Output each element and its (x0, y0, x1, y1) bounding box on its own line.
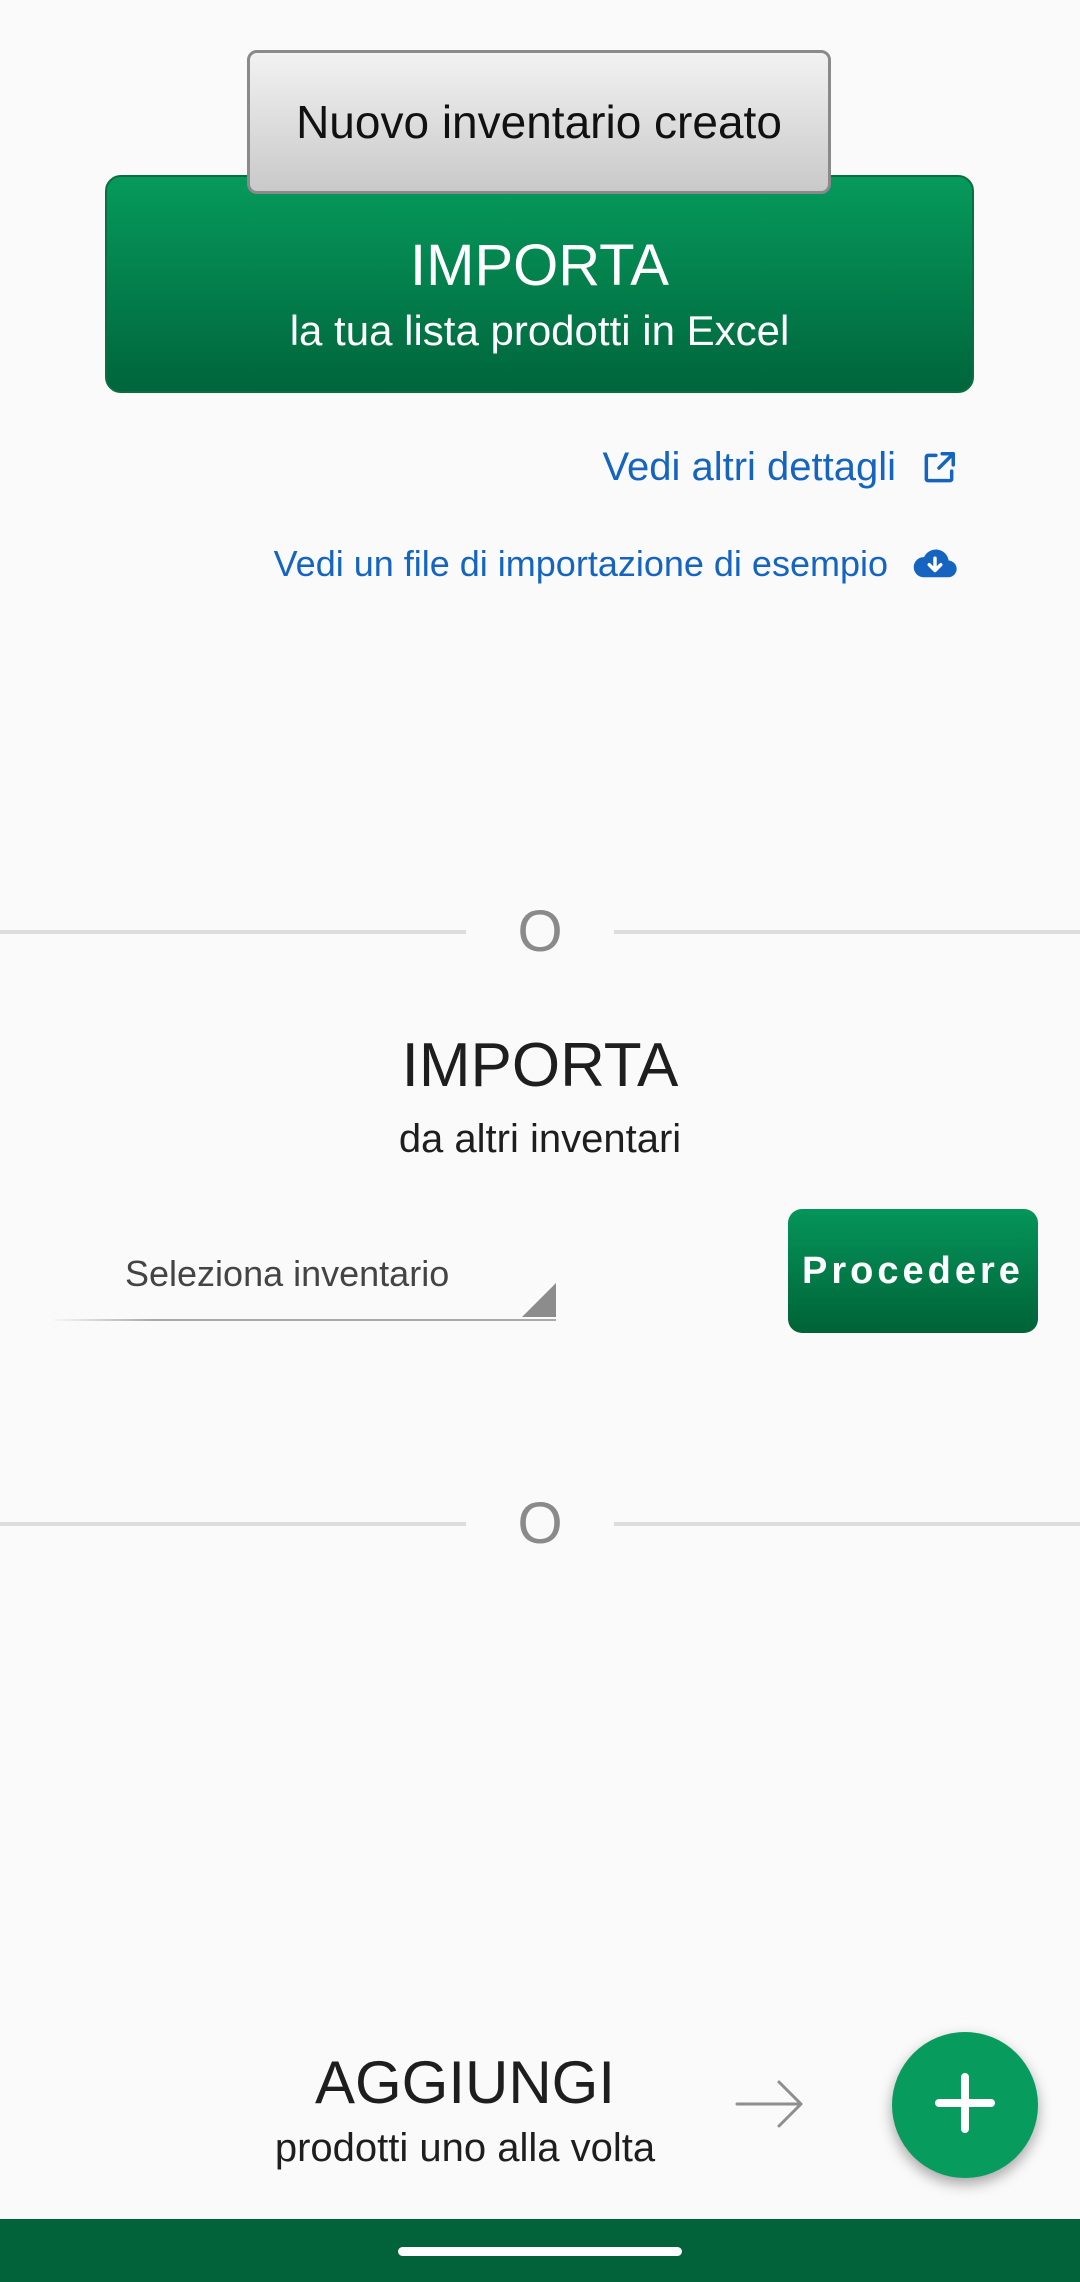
details-link[interactable]: Vedi altri dettagli (602, 445, 958, 490)
home-gesture-handle[interactable] (398, 2247, 682, 2256)
divider-line (614, 1522, 1080, 1526)
arrow-right-icon (735, 2074, 805, 2139)
or-divider-1: O (0, 892, 1080, 972)
cloud-download-icon (912, 546, 958, 582)
select-underline (50, 1319, 556, 1321)
import-excel-title: IMPORTA (410, 232, 669, 298)
or-label: O (517, 899, 563, 964)
sample-file-link[interactable]: Vedi un file di importazione di esempio (274, 543, 958, 585)
add-products-subtitle: prodotti uno alla volta (274, 2126, 656, 2170)
import-inventories-subtitle: da altri inventari (398, 1117, 682, 1161)
proceed-button[interactable]: Procedere (788, 1209, 1038, 1333)
sample-file-link-label: Vedi un file di importazione di esempio (273, 543, 888, 584)
toast-text: Nuovo inventario creato (296, 96, 782, 148)
or-label: O (517, 1491, 563, 1556)
inventory-select[interactable]: Seleziona inventario (50, 1225, 556, 1321)
divider-line (0, 1522, 466, 1526)
divider-line (614, 930, 1080, 934)
toast-message: Nuovo inventario creato (247, 50, 831, 194)
divider-line (0, 930, 466, 934)
import-excel-subtitle: la tua lista prodotti in Excel (289, 306, 790, 354)
external-link-icon (920, 449, 958, 487)
inventory-select-value: Seleziona inventario (125, 1253, 450, 1294)
add-product-fab[interactable] (892, 2032, 1038, 2178)
add-products-title: AGGIUNGI (314, 2049, 616, 2116)
or-divider-2: O (0, 1484, 1080, 1564)
proceed-label: Procedere (802, 1249, 1024, 1292)
details-link-label: Vedi altri dettagli (602, 445, 896, 489)
plus-icon (933, 2071, 997, 2140)
dropdown-corner-icon (522, 1283, 556, 1317)
import-inventories-title: IMPORTA (401, 1031, 679, 1100)
import-excel-button[interactable]: IMPORTA la tua lista prodotti in Excel (105, 175, 974, 393)
system-navigation-bar (0, 2219, 1080, 2282)
